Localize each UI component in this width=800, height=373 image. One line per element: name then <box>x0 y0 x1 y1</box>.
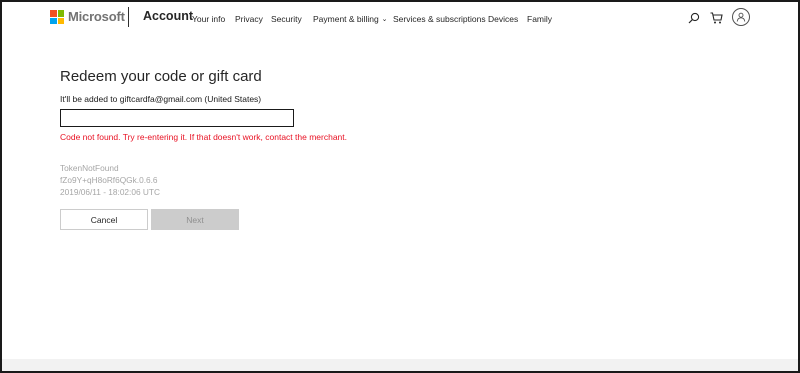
correlation-id-text: fZo9Y+qH8oRf6QGk.0.6.6 <box>60 175 158 185</box>
nav-your-info[interactable]: Your info <box>192 14 225 24</box>
cancel-button[interactable]: Cancel <box>60 209 148 230</box>
search-icon[interactable] <box>687 11 701 25</box>
next-button[interactable]: Next <box>151 209 239 230</box>
page-title: Redeem your code or gift card <box>60 68 262 85</box>
chevron-down-icon: ⌄ <box>381 16 388 23</box>
browser-frame: Microsoft Account Your info Privacy Secu… <box>0 0 800 373</box>
error-message: Code not found. Try re-entering it. If t… <box>60 132 347 142</box>
nav-privacy[interactable]: Privacy <box>235 14 263 24</box>
nav-payment-billing[interactable]: Payment & billing ⌄ <box>313 14 388 24</box>
nav-devices[interactable]: Devices <box>488 14 518 24</box>
account-info-text: It'll be added to giftcardfa@gmail.com (… <box>60 94 262 104</box>
nav-payment-billing-label: Payment & billing <box>313 14 379 24</box>
microsoft-logo-icon[interactable] <box>50 10 64 24</box>
timestamp-text: 2019/06/11 - 18:02:06 UTC <box>60 187 160 197</box>
nav-family[interactable]: Family <box>527 14 552 24</box>
nav-security[interactable]: Security <box>271 14 302 24</box>
logo-blue-square <box>50 17 57 24</box>
logo-red-square <box>50 10 57 17</box>
cart-icon[interactable] <box>709 11 723 25</box>
error-code-text: TokenNotFound <box>60 163 119 173</box>
logo-green-square <box>57 10 64 17</box>
header-divider <box>128 7 129 27</box>
footer-strip <box>2 359 798 371</box>
logo-yellow-square <box>57 17 64 24</box>
nav-services-subscriptions[interactable]: Services & subscriptions <box>393 14 486 24</box>
user-avatar-icon[interactable] <box>732 8 750 26</box>
microsoft-brand-text[interactable]: Microsoft <box>68 9 125 24</box>
account-home-link[interactable]: Account <box>143 9 193 23</box>
code-input[interactable] <box>60 109 294 127</box>
site-header: Microsoft Account Your info Privacy Secu… <box>2 2 798 36</box>
